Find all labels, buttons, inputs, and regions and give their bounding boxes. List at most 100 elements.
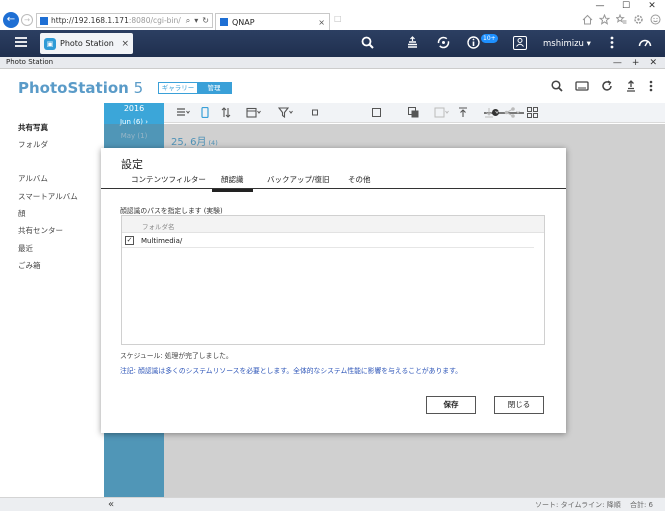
menu-icon[interactable] — [14, 36, 28, 48]
qnap-favicon-icon — [220, 18, 228, 26]
manage-mode-button[interactable]: 管理 — [197, 83, 231, 93]
forward-button[interactable]: → — [21, 14, 33, 26]
share-icon[interactable] — [504, 107, 522, 118]
close-app-tab-icon[interactable]: × — [121, 39, 129, 49]
status-bar: « ソート: タイムライン: 降順 合計: 6 — [0, 497, 665, 511]
close-tab-icon[interactable]: × — [318, 18, 325, 27]
back-button[interactable]: ← — [3, 12, 19, 28]
search-icon[interactable]: ⌕ — [186, 16, 190, 26]
app-tab-label: Photo Station — [60, 39, 114, 48]
resource-note: 注記: 顔認識は多くのシステムリソースを必要とします。全体的なシステム性能に影響… — [120, 367, 462, 375]
sidebar: 共有写真 フォルダ アルバム スマートアルバム 顔 共有センター 最近 ごみ箱 — [0, 103, 104, 511]
stack-icon[interactable] — [406, 36, 419, 49]
folder-list: フォルダ名 ✓ Multimedia/ — [121, 215, 545, 345]
sidebar-item-albums[interactable]: アルバム — [18, 173, 48, 184]
dashboard-icon[interactable] — [638, 36, 652, 49]
mode-switch: ギャラリー 管理 — [158, 82, 232, 94]
browser-tab[interactable]: QNAP × — [215, 13, 330, 30]
small-thumb-icon[interactable] — [312, 107, 318, 118]
refresh-icon[interactable]: ↻ — [202, 16, 209, 26]
sidebar-item-smart-albums[interactable]: スマートアルバム — [18, 191, 78, 202]
qnap-top-bar: ▣ Photo Station × 10+ mshimizu ▾ — [0, 30, 665, 57]
slideshow-icon[interactable] — [575, 80, 589, 92]
gallery-mode-button[interactable]: ギャラリー — [159, 83, 197, 93]
sidebar-item-faces[interactable]: 顔 — [18, 208, 26, 219]
close-window-button[interactable]: ✕ — [639, 0, 665, 12]
collapse-sidebar-button[interactable]: « — [108, 499, 114, 511]
favorites-icon[interactable] — [616, 14, 627, 25]
app-window-titlebar: Photo Station — + ✕ — [0, 57, 665, 69]
grid-view-icon[interactable] — [527, 107, 538, 118]
download-icon[interactable] — [484, 107, 500, 118]
notification-badge: 10+ — [481, 34, 498, 43]
timeline-year[interactable]: 2016 — [104, 104, 164, 113]
minimize-button[interactable]: — — [587, 0, 613, 12]
copy-icon[interactable] — [408, 107, 419, 118]
sort-icon[interactable] — [221, 107, 231, 118]
upload-to-top-icon[interactable] — [458, 107, 468, 118]
search-icon[interactable] — [361, 36, 374, 49]
new-tab-button[interactable]: □ — [334, 14, 348, 28]
tab-other[interactable]: その他 — [348, 174, 371, 185]
close-app-button[interactable]: ✕ — [649, 57, 657, 69]
app-window-title: Photo Station — [6, 58, 54, 66]
filter-icon[interactable] — [278, 107, 294, 118]
folder-list-header: フォルダ名 — [122, 216, 544, 233]
large-thumb-icon[interactable] — [372, 107, 381, 118]
content-toolbar — [164, 103, 665, 123]
close-button[interactable]: 閉じる — [494, 396, 544, 414]
minimize-app-button[interactable]: — — [613, 57, 622, 69]
add-to-album-icon[interactable] — [434, 107, 450, 118]
photostation-header: PhotoStation 5 ギャラリー 管理 — [0, 69, 665, 103]
sync-icon[interactable] — [437, 36, 450, 49]
photo-station-icon: ▣ — [44, 37, 56, 50]
tab-title: QNAP — [232, 17, 255, 27]
status-info: ソート: タイムライン: 降順 合計: 6 — [535, 501, 653, 509]
address-bar[interactable]: http://192.168.1.171:8080/cgi-bin/ ⌕ ▾ ↻ — [36, 13, 213, 28]
url-text: http://192.168.1.171:8080/cgi-bin/ — [51, 16, 181, 25]
schedule-status: スケジュール: 処理が完了しました。 — [120, 352, 233, 360]
face-path-description: 顔認識のパスを指定します (実験) — [120, 207, 223, 215]
dialog-title: 設定 — [121, 158, 143, 171]
sidebar-item-trash[interactable]: ごみ箱 — [18, 260, 41, 271]
folder-column-header: フォルダ名 — [142, 223, 175, 231]
chevron-down-icon[interactable]: ▾ — [194, 16, 198, 26]
browser-toolbar-icons — [582, 14, 661, 25]
home-icon[interactable] — [582, 14, 593, 25]
photostation-logo: PhotoStation 5 — [18, 79, 144, 97]
tab-face-recognition[interactable]: 顔認識 — [212, 174, 253, 192]
sidebar-item-shared-photos[interactable]: 共有写真 — [18, 122, 48, 133]
view-mode-icon[interactable] — [176, 107, 190, 118]
refresh-icon[interactable] — [601, 80, 613, 92]
sidebar-item-recent[interactable]: 最近 — [18, 243, 33, 254]
sidebar-item-folders[interactable]: フォルダ — [18, 139, 48, 150]
user-menu[interactable]: mshimizu ▾ — [543, 39, 591, 49]
smiley-icon[interactable] — [650, 14, 661, 25]
dialog-tabs: コンテンツフィルター 顔認識 バックアップ/復旧 その他 — [101, 171, 566, 192]
upload-icon[interactable] — [625, 80, 637, 92]
search-icon[interactable] — [551, 80, 563, 92]
maximize-app-button[interactable]: + — [632, 57, 640, 69]
info-icon[interactable] — [467, 36, 480, 49]
window-controls: — ☐ ✕ — [587, 0, 665, 12]
sidebar-item-share-center[interactable]: 共有センター — [18, 225, 63, 236]
browser-chrome: — ☐ ✕ ← → http://192.168.1.171:8080/cgi-… — [0, 0, 665, 30]
save-button[interactable]: 保存 — [426, 396, 476, 414]
page-favicon-icon — [40, 16, 48, 25]
settings-dialog: 設定 コンテンツフィルター 顔認識 バックアップ/復旧 その他 顔認識のパスを指… — [101, 148, 566, 433]
header-tools — [551, 80, 653, 92]
folder-name: Multimedia/ — [141, 237, 183, 245]
photo-station-app-tab[interactable]: ▣ Photo Station × — [40, 33, 133, 54]
phone-icon[interactable] — [201, 107, 209, 118]
settings-icon[interactable] — [633, 14, 644, 25]
more-icon[interactable] — [649, 80, 653, 92]
folder-checkbox[interactable]: ✓ — [125, 236, 134, 245]
maximize-button[interactable]: ☐ — [613, 0, 639, 12]
tab-content-filter[interactable]: コンテンツフィルター — [131, 174, 206, 185]
tab-backup-restore[interactable]: バックアップ/復旧 — [267, 174, 330, 185]
user-icon[interactable] — [513, 36, 527, 50]
more-icon[interactable] — [610, 36, 614, 49]
calendar-icon[interactable] — [246, 107, 262, 118]
star-icon[interactable] — [599, 14, 610, 25]
list-item: ✓ Multimedia/ — [122, 234, 534, 248]
